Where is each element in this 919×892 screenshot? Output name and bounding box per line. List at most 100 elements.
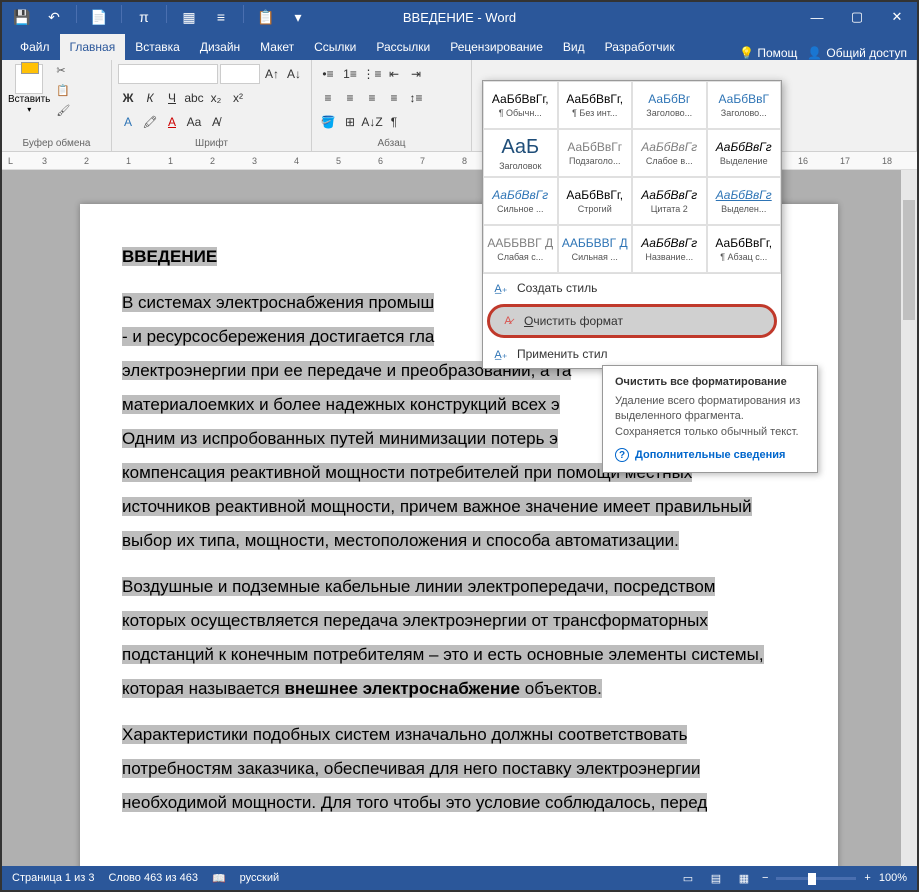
superscript-button[interactable]: x² (228, 88, 248, 108)
web-layout-icon[interactable]: ▦ (734, 869, 754, 887)
paste-button[interactable]: Вставить ▾ (8, 64, 50, 120)
read-mode-icon[interactable]: ▭ (678, 869, 698, 887)
font-color-icon[interactable]: A (162, 112, 182, 132)
zoom-thumb[interactable] (808, 873, 816, 885)
show-marks-icon[interactable]: ¶ (384, 112, 404, 132)
text-effects-icon[interactable]: A (118, 112, 138, 132)
cut-icon[interactable]: ✂ (56, 64, 72, 80)
zoom-out-button[interactable]: − (762, 872, 768, 884)
bold-button[interactable]: Ж (118, 88, 138, 108)
clear-format-icon[interactable]: A̸ (206, 112, 226, 132)
template-icon[interactable]: 📋 (254, 5, 278, 29)
style-name: ¶ Без инт... (561, 108, 630, 118)
tab-insert[interactable]: Вставка (125, 34, 190, 60)
style-cell[interactable]: АаБЗаголовок (483, 129, 558, 177)
tab-layout[interactable]: Макет (250, 34, 304, 60)
format-painter-icon[interactable]: 🖌 (56, 104, 72, 120)
table-icon[interactable]: ▦ (177, 5, 201, 29)
style-name: Заголовок (486, 161, 555, 171)
style-cell[interactable]: АаБбВвГг,¶ Без инт... (558, 81, 633, 129)
font-family-select[interactable] (118, 64, 218, 84)
scrollbar-thumb[interactable] (903, 200, 915, 320)
clear-format-item[interactable]: A̷ Очистить формат (487, 304, 777, 338)
line-spacing-icon[interactable]: ↕≡ (406, 88, 426, 108)
tab-developer[interactable]: Разработчик (595, 34, 685, 60)
tooltip-help-link[interactable]: ? Дополнительные сведения (615, 448, 805, 462)
style-cell[interactable]: АаБбВгЗаголово... (632, 81, 707, 129)
align-left-icon[interactable]: ≡ (318, 88, 338, 108)
underline-button[interactable]: Ч (162, 88, 182, 108)
ruler-mark: 7 (420, 156, 425, 166)
shading-icon[interactable]: 🪣 (318, 112, 338, 132)
style-cell[interactable]: АаБбВвГг,¶ Абзац с... (707, 225, 782, 273)
justify-icon[interactable]: ≡ (384, 88, 404, 108)
style-cell[interactable]: АаБбВвГг,Строгий (558, 177, 633, 225)
style-cell[interactable]: АаБбВвГг,¶ Обычн... (483, 81, 558, 129)
equation-icon[interactable]: π (132, 5, 156, 29)
language-indicator[interactable]: русский (240, 872, 279, 884)
borders-icon[interactable]: ⊞ (340, 112, 360, 132)
style-cell[interactable]: АаБбВвГгПодзаголо... (558, 129, 633, 177)
page-indicator[interactable]: Страница 1 из 3 (12, 872, 94, 884)
ruler-mark: 1 (168, 156, 173, 166)
tab-home[interactable]: Главная (60, 34, 126, 60)
style-preview: АаБбВвГг, (561, 188, 630, 202)
style-cell[interactable]: АаБбВвГгВыделение (707, 129, 782, 177)
tell-me[interactable]: 💡 Помощ (739, 46, 797, 60)
shrink-font-icon[interactable]: A↓ (284, 64, 304, 84)
close-button[interactable]: ✕ (877, 2, 917, 32)
align-center-icon[interactable]: ≡ (340, 88, 360, 108)
font-size-select[interactable] (220, 64, 260, 84)
multilevel-icon[interactable]: ⋮≡ (362, 64, 382, 84)
style-preview: АаБбВвГг, (710, 236, 779, 250)
tab-view[interactable]: Вид (553, 34, 595, 60)
style-name: Цитата 2 (635, 204, 704, 214)
tab-review[interactable]: Рецензирование (440, 34, 553, 60)
bullets-icon[interactable]: •≡ (318, 64, 338, 84)
minimize-button[interactable]: — (797, 2, 837, 32)
highlight-icon[interactable]: 🖍 (140, 112, 160, 132)
style-cell[interactable]: АаБбВвГгВыделен... (707, 177, 782, 225)
style-cell[interactable]: ААББВВГ ДСлабая с... (483, 225, 558, 273)
style-cell[interactable]: АаБбВвГгСлабое в... (632, 129, 707, 177)
save-icon[interactable]: 💾 (10, 5, 34, 29)
zoom-in-button[interactable]: + (864, 872, 870, 884)
create-style-item[interactable]: A̲₊ Создать стиль (483, 274, 781, 302)
tab-references[interactable]: Ссылки (304, 34, 366, 60)
print-layout-icon[interactable]: ▤ (706, 869, 726, 887)
decrease-indent-icon[interactable]: ⇤ (384, 64, 404, 84)
grow-font-icon[interactable]: A↑ (262, 64, 282, 84)
sort-icon[interactable]: A↓Z (362, 112, 382, 132)
new-doc-icon[interactable]: 📄 (87, 5, 111, 29)
spell-check-icon[interactable]: 📖 (212, 872, 226, 885)
strike-button[interactable]: abc (184, 88, 204, 108)
maximize-button[interactable]: ▢ (837, 2, 877, 32)
ruler-mark: 1 (126, 156, 131, 166)
increase-indent-icon[interactable]: ⇥ (406, 64, 426, 84)
subscript-button[interactable]: x₂ (206, 88, 226, 108)
apply-styles-item[interactable]: A̲₊ Применить стил (483, 340, 781, 368)
italic-button[interactable]: К (140, 88, 160, 108)
tab-design[interactable]: Дизайн (190, 34, 250, 60)
copy-icon[interactable]: 📋 (56, 84, 72, 100)
share-button[interactable]: 👤 Общий доступ (807, 46, 907, 60)
word-count[interactable]: Слово 463 из 463 (108, 872, 198, 884)
bullets-icon[interactable]: ≡ (209, 5, 233, 29)
ruler-mark: 18 (882, 156, 892, 166)
style-cell[interactable]: АаБбВвГгНазвание... (632, 225, 707, 273)
zoom-slider[interactable] (776, 877, 856, 880)
tab-file[interactable]: Файл (10, 34, 60, 60)
tab-mailings[interactable]: Рассылки (366, 34, 440, 60)
style-cell[interactable]: АаБбВвГгЦитата 2 (632, 177, 707, 225)
change-case-icon[interactable]: Aa (184, 112, 204, 132)
align-right-icon[interactable]: ≡ (362, 88, 382, 108)
style-preview: АаБбВвГг (710, 188, 779, 202)
style-cell[interactable]: АаБбВвГЗаголово... (707, 81, 782, 129)
vertical-scrollbar[interactable] (901, 170, 917, 866)
zoom-level[interactable]: 100% (879, 872, 907, 884)
style-cell[interactable]: ААББВВГ ДСильная ... (558, 225, 633, 273)
style-cell[interactable]: АаБбВвГгСильное ... (483, 177, 558, 225)
numbering-icon[interactable]: 1≡ (340, 64, 360, 84)
qat-dropdown-icon[interactable]: ▾ (286, 5, 310, 29)
undo-icon[interactable]: ↶ (42, 5, 66, 29)
